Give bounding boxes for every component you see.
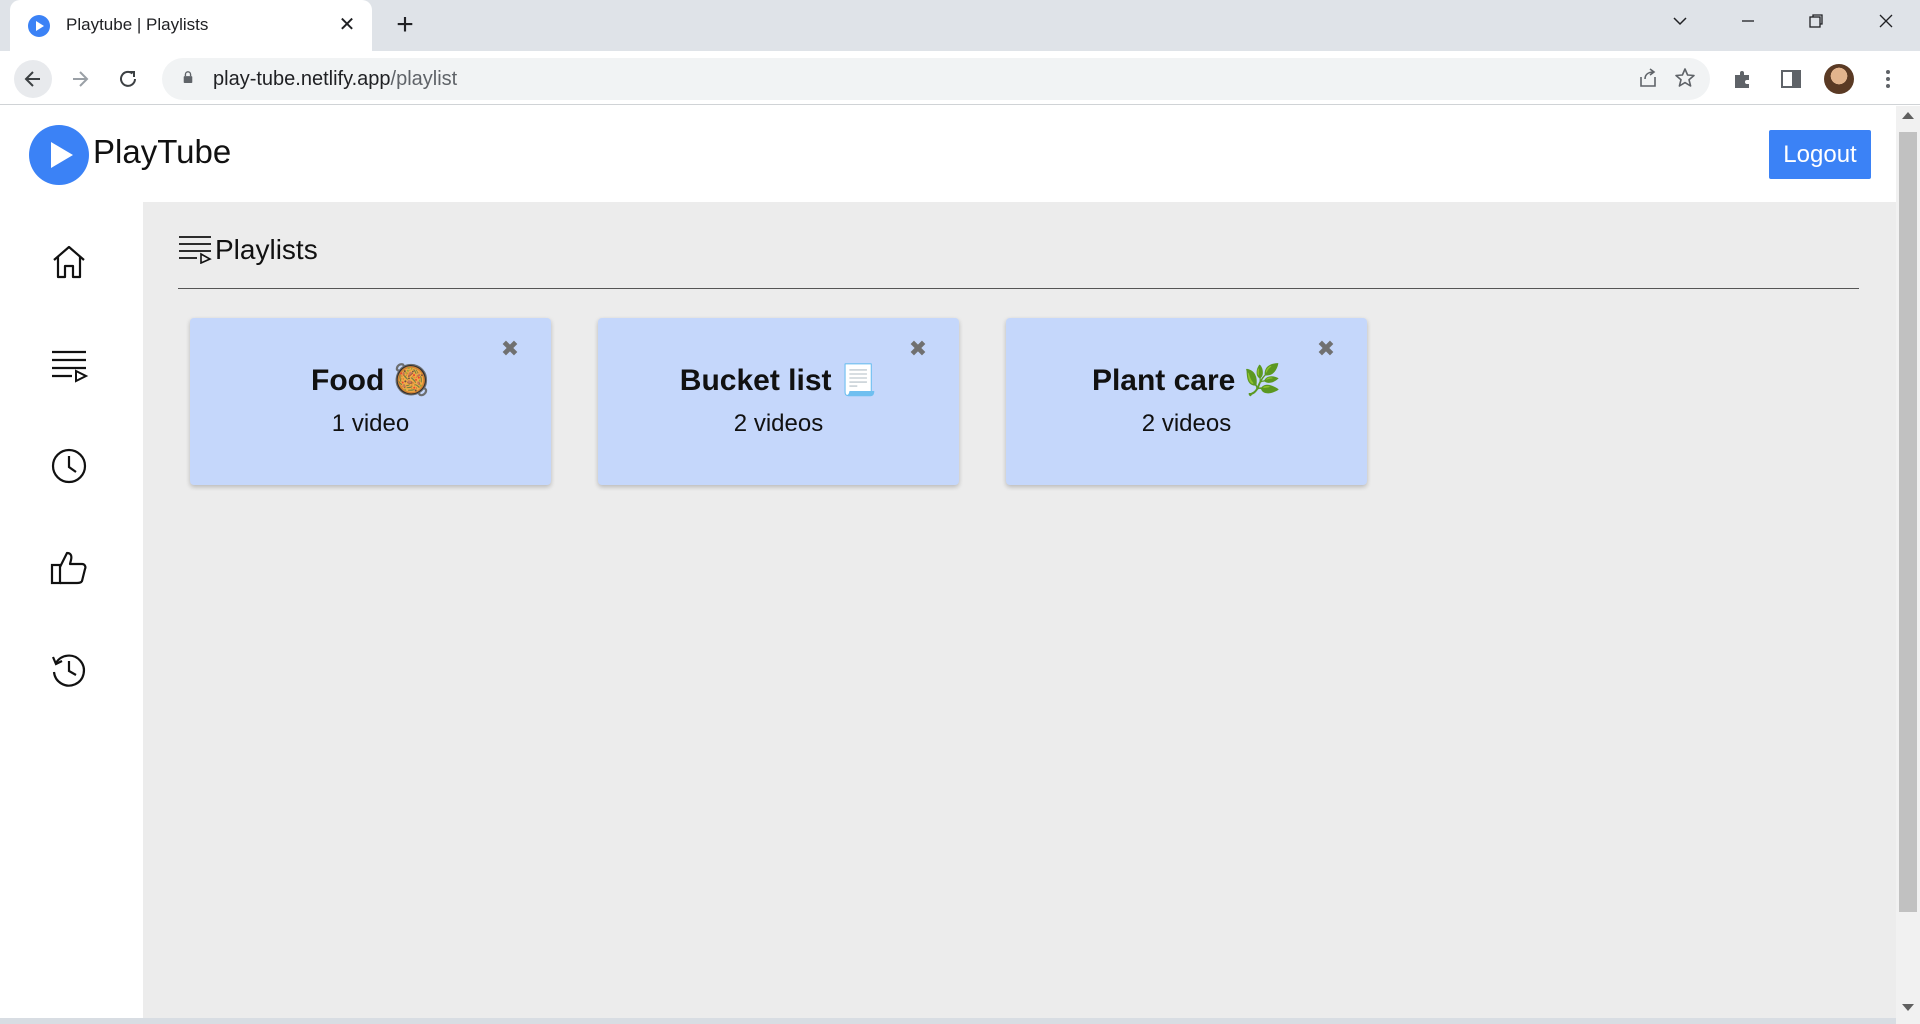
forward-button[interactable] [62, 63, 98, 95]
logout-button[interactable]: Logout [1769, 130, 1871, 179]
back-button[interactable] [14, 60, 52, 98]
browser-tab[interactable]: Playtube | Playlists ✕ [10, 0, 372, 51]
playtube-favicon-icon [28, 15, 50, 37]
sidebar-item-watch-later[interactable] [49, 446, 89, 486]
puzzle-glyph [1735, 71, 1749, 88]
reload-button[interactable] [110, 63, 146, 95]
arrow-left-icon [24, 71, 40, 87]
clock-icon [51, 448, 87, 484]
restore-icon [1809, 14, 1823, 28]
brand-name[interactable]: PlayTube [93, 133, 231, 171]
sidebar-item-playlists[interactable] [49, 344, 89, 384]
minimize-icon [1742, 20, 1754, 22]
sidebar-item-home[interactable] [49, 242, 89, 282]
playlist-video-count: 1 video [331, 410, 410, 437]
browser-toolbar: play-tube.netlify.app/playlist [0, 51, 1920, 105]
url-path: /playlist [390, 68, 458, 90]
bookmark-star-icon[interactable] [1673, 67, 1697, 91]
playlist-card[interactable]: ✖ Plant care 🌿 2 videos [1006, 318, 1367, 485]
play-logo-icon[interactable] [29, 125, 89, 185]
delete-playlist-icon[interactable]: ✖ [1315, 338, 1337, 360]
playlist-video-count: 2 videos [733, 410, 824, 437]
tab-close-icon[interactable]: ✕ [335, 13, 359, 37]
url-text[interactable]: play-tube.netlify.app/playlist [213, 68, 457, 91]
playlist-title: Bucket list 📃 [679, 364, 878, 397]
home-icon [53, 245, 85, 279]
delete-playlist-icon[interactable]: ✖ [907, 338, 929, 360]
main-content: Playlists ✖ Food 🥘 1 video ✖ Bucket list… [143, 202, 1896, 1024]
window-close-button[interactable] [1866, 6, 1906, 36]
playlist-video-count: 2 videos [1141, 410, 1232, 437]
delete-playlist-icon[interactable]: ✖ [499, 338, 521, 360]
section-divider [178, 288, 1859, 289]
sidebar [0, 202, 143, 1024]
tab-title: Playtube | Playlists [66, 15, 209, 34]
side-panel-icon[interactable] [1777, 65, 1805, 93]
star-glyph [1675, 68, 1695, 87]
playtube-page: PlayTube Logout Playlists ✖ Food 🥘 1 vid… [0, 106, 1920, 1024]
page-scrollbar[interactable] [1896, 106, 1920, 1024]
share-glyph [1640, 68, 1656, 87]
share-icon[interactable] [1636, 67, 1660, 91]
playlist-card[interactable]: ✖ Food 🥘 1 video [190, 318, 551, 485]
scrollbar-thumb[interactable] [1899, 132, 1917, 912]
page-title: Playlists [215, 234, 318, 265]
new-tab-button[interactable]: + [390, 10, 420, 41]
tab-search-button[interactable] [1660, 6, 1700, 36]
address-bar[interactable]: play-tube.netlify.app/playlist [162, 58, 1710, 100]
playlist-title: Food 🥘 [311, 364, 430, 397]
arrow-right-icon [73, 71, 89, 87]
restore-button[interactable] [1796, 6, 1836, 36]
sidebar-item-liked[interactable] [49, 548, 89, 588]
side-panel-glyph [1781, 70, 1801, 88]
playlist-icon [179, 236, 212, 264]
app-header: PlayTube Logout [0, 106, 1896, 202]
horizontal-scroll-strip [0, 1018, 1896, 1024]
browser-menu-icon[interactable] [1874, 65, 1902, 93]
profile-avatar[interactable] [1824, 64, 1854, 94]
playlist-icon [52, 350, 89, 383]
close-icon [1879, 14, 1893, 28]
thumbs-up-icon [50, 551, 87, 585]
kebab-glyph [1886, 70, 1890, 88]
url-host: play-tube.netlify.app [213, 68, 391, 90]
history-icon [51, 654, 85, 687]
playlist-card[interactable]: ✖ Bucket list 📃 2 videos [598, 318, 959, 485]
browser-tabstrip: Playtube | Playlists ✕ + [0, 0, 1920, 51]
reload-icon [120, 70, 136, 87]
extensions-puzzle-icon[interactable] [1729, 65, 1757, 93]
sidebar-item-history[interactable] [49, 650, 89, 690]
lock-icon [183, 71, 193, 83]
scroll-up-arrow-icon[interactable] [1902, 112, 1914, 119]
scroll-down-arrow-icon[interactable] [1902, 1004, 1914, 1011]
playlist-title: Plant care 🌿 [1091, 364, 1282, 397]
chevron-down-icon [1673, 17, 1687, 26]
minimize-button[interactable] [1728, 6, 1768, 36]
